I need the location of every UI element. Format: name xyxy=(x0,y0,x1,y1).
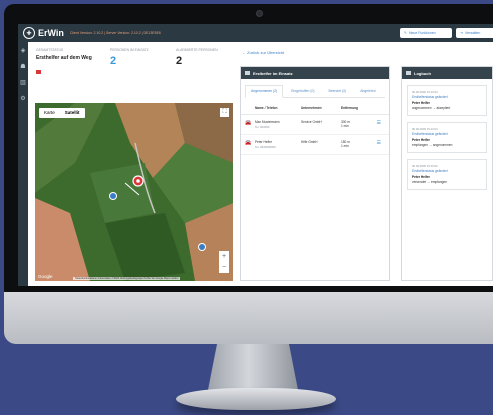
panel-icon xyxy=(406,71,411,75)
tab-beendet[interactable]: Beendet (0) xyxy=(323,85,353,97)
log-entry: 00.00.0000 15:10:03 Ersthelferstatus geä… xyxy=(407,85,487,116)
sidebar-item-settings-icon[interactable]: ⚙ xyxy=(20,96,26,102)
map-type-toggle: Karte Satellit xyxy=(39,108,85,118)
app-header: ✚ ErWin Client Version: 2.10.2 | Server … xyxy=(18,24,493,42)
table-row[interactable]: 🚘 Max Mustermann Tel. 000000 Service Gmb… xyxy=(241,115,389,135)
back-link[interactable]: ← Zurück zur Übersicht xyxy=(242,50,284,55)
einsatz-panel: Ersthelfer im Einsatz Angenommen (2) Ein… xyxy=(240,66,390,281)
tab-eingetroffen[interactable]: Eingetroffen (0) xyxy=(285,85,320,97)
list-icon[interactable]: ☰ xyxy=(377,140,381,146)
table-row[interactable]: 🚘 Peter Helfer Tel. 0000000000 Hilfe Gmb… xyxy=(241,135,389,155)
zoom-in-button[interactable]: + xyxy=(219,251,229,262)
alert-badge xyxy=(36,70,41,74)
sidebar-item-stats-icon[interactable]: ▥ xyxy=(20,80,26,86)
logbook-panel-header: Logbuch xyxy=(402,67,492,79)
table-header: Name / Telefon Unternehmen Entfernung xyxy=(241,98,389,115)
map-type-satellit[interactable]: Satellit xyxy=(60,108,85,118)
stat-persons-in-action: Personen im Einsatz 2 xyxy=(110,48,149,67)
tab-abgelehnt[interactable]: Abgelehnt xyxy=(354,85,381,97)
pencil-icon: ✎ xyxy=(404,31,407,35)
log-entry: 00.00.0000 15:10:04 Ersthelferstatus geä… xyxy=(407,122,487,153)
panel-icon xyxy=(245,71,250,75)
einsatz-panel-header: Ersthelfer im Einsatz xyxy=(241,67,389,79)
sidebar-item-users-icon[interactable]: ☗ xyxy=(20,64,26,70)
zoom-control: + − xyxy=(219,251,229,273)
sidebar: ◈ ☗ ▥ ⚙ xyxy=(18,42,28,286)
stat-alerted-persons: Alarmierte Personen 2 xyxy=(176,48,218,67)
manage-icon: ⇥ xyxy=(460,31,463,35)
app-screen: ✚ ErWin Client Version: 2.10.2 | Server … xyxy=(18,24,493,286)
app-name: ErWin xyxy=(38,28,64,38)
new-functions-button[interactable]: ✎ Neue Funktionen xyxy=(400,28,452,38)
webcam xyxy=(256,10,263,17)
satellite-map[interactable]: Karte Satellit ⛶ + − Google Tastenkombin… xyxy=(35,103,233,281)
car-icon: 🚘 xyxy=(245,140,252,146)
fullscreen-icon[interactable]: ⛶ xyxy=(220,108,229,117)
monitor-base xyxy=(176,388,336,410)
google-logo: Google xyxy=(38,274,53,279)
zoom-out-button[interactable]: − xyxy=(219,262,229,273)
logbook-panel: Logbuch 00.00.0000 15:10:03 Ersthelferst… xyxy=(401,66,493,281)
car-icon: 🚘 xyxy=(245,120,252,126)
log-entry: 00.00.0000 15:10:06 Ersthelferstatus geä… xyxy=(407,159,487,190)
sidebar-item-map-icon[interactable]: ◈ xyxy=(20,48,26,54)
stat-overall-status: Gesamtstatus Ersthelfer auf dem Weg xyxy=(36,48,96,100)
manage-button[interactable]: ⇥ Verwalten xyxy=(456,28,493,38)
tab-angenommen[interactable]: Angenommen (2) xyxy=(245,85,284,98)
version-info: Client Version: 2.10.2 | Server Version:… xyxy=(69,31,161,35)
monitor-chin xyxy=(4,292,493,344)
map-attribution[interactable]: Tastenkombinationen Kartendaten ©2024 Nu… xyxy=(73,277,181,280)
map-imagery xyxy=(35,103,233,281)
arrow-left-icon: ← xyxy=(242,50,246,55)
map-type-karte[interactable]: Karte xyxy=(39,108,60,118)
status-tabs: Angenommen (2) Eingetroffen (0) Beendet … xyxy=(245,85,385,98)
logo-icon: ✚ xyxy=(23,27,35,39)
monitor-stand xyxy=(208,344,298,390)
list-icon[interactable]: ☰ xyxy=(377,120,381,126)
